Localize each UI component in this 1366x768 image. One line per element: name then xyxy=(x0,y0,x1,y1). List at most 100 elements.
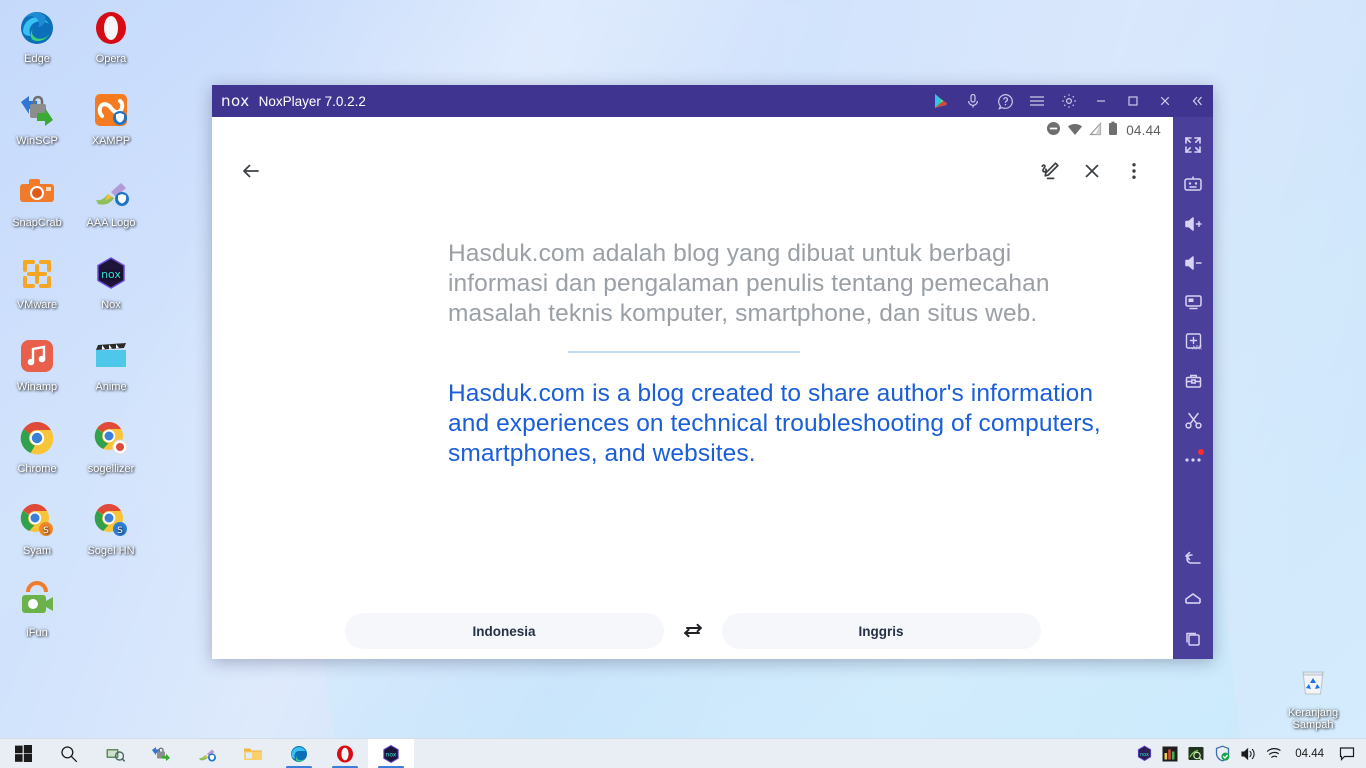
clear-text-button[interactable] xyxy=(1071,150,1113,192)
more-options-button[interactable] xyxy=(1173,440,1213,479)
search-button[interactable] xyxy=(46,739,92,768)
desktop-icon-snapcrab[interactable]: SnapCrab xyxy=(0,170,74,229)
shield-check-icon xyxy=(1215,745,1230,762)
anime-folder-icon xyxy=(89,334,133,378)
desktop-icon-recycle-bin[interactable]: Keranjang Sampah xyxy=(1276,660,1350,731)
tray-nox[interactable]: nox xyxy=(1131,739,1157,768)
screenshot-icon xyxy=(1184,295,1202,310)
tray-defender[interactable] xyxy=(1209,739,1235,768)
taskbar-aaa-logo[interactable] xyxy=(184,739,230,768)
taskbar-file-explorer[interactable] xyxy=(230,739,276,768)
desktop-icon-label: AAA Logo xyxy=(86,217,136,229)
opera-icon xyxy=(89,6,133,50)
menu-button[interactable] xyxy=(1021,85,1053,117)
ifun-recorder-icon xyxy=(15,580,59,624)
source-text[interactable]: Hasduk.com adalah blog yang dibuat untuk… xyxy=(448,239,1117,329)
start-button[interactable] xyxy=(0,739,46,768)
tray-monitor[interactable] xyxy=(1183,739,1209,768)
close-button[interactable] xyxy=(1149,85,1181,117)
swap-languages-button[interactable] xyxy=(664,613,722,649)
android-back-button[interactable] xyxy=(1173,541,1213,580)
system-tray: nox 04.44 xyxy=(1131,739,1366,768)
desktop-icon-opera[interactable]: Opera xyxy=(74,6,148,65)
desktop-icon-grid: Edge Opera WinSCP XAMPP SnapCrab AAA Log… xyxy=(0,0,180,660)
svg-text:nox: nox xyxy=(101,268,121,281)
volume-up-button[interactable] xyxy=(1173,204,1213,243)
desktop-icon-edge[interactable]: Edge xyxy=(0,6,74,65)
window-title: NoxPlayer 7.0.2.2 xyxy=(258,93,366,109)
taskbar-nox[interactable]: nox xyxy=(368,738,414,768)
maximize-button[interactable] xyxy=(1117,85,1149,117)
tray-volume[interactable] xyxy=(1235,739,1261,768)
desktop-icon-chrome[interactable]: Chrome xyxy=(0,416,74,475)
back-arrow-icon xyxy=(1185,552,1201,565)
desktop-icon-vmware[interactable]: VMware xyxy=(0,252,74,311)
chrome-shortcut-icon: S xyxy=(89,498,133,542)
maximize-icon xyxy=(1128,96,1138,106)
desktop-icon-winamp[interactable]: Winamp xyxy=(0,334,74,393)
keyboard-mapping-button[interactable] xyxy=(1173,164,1213,203)
desktop-icon-anime[interactable]: Anime xyxy=(74,334,148,393)
screenshot-button[interactable] xyxy=(1173,283,1213,322)
xampp-icon xyxy=(89,88,133,132)
handwriting-button[interactable] xyxy=(1029,150,1071,192)
desktop-icon-winscp[interactable]: WinSCP xyxy=(0,88,74,147)
noxplayer-titlebar[interactable]: nox NoxPlayer 7.0.2.2 xyxy=(212,85,1213,117)
source-language-button[interactable]: Indonesia xyxy=(344,613,664,649)
desktop-icon-sogellizer[interactable]: sogellizer xyxy=(74,416,148,475)
windows-taskbar: nox nox 04.44 xyxy=(0,738,1366,768)
translated-text[interactable]: Hasduk.com is a blog created to share au… xyxy=(448,379,1117,469)
android-recents-button[interactable] xyxy=(1173,620,1213,659)
microphone-button[interactable] xyxy=(957,85,989,117)
desktop-icon-aaa-logo[interactable]: AAA Logo xyxy=(74,170,148,229)
taskbar-winscp[interactable] xyxy=(138,739,184,768)
tray-chart[interactable] xyxy=(1157,739,1183,768)
desktop-icon-nox[interactable]: nox Nox xyxy=(74,252,148,311)
winscp-icon xyxy=(15,88,59,132)
play-store-button[interactable] xyxy=(925,85,957,117)
cut-button[interactable] xyxy=(1173,401,1213,440)
edge-icon xyxy=(15,6,59,50)
back-button[interactable] xyxy=(230,150,272,192)
task-view-button[interactable] xyxy=(92,739,138,768)
desktop-icon-syam[interactable]: S Syam xyxy=(0,498,74,557)
windows-logo-icon xyxy=(14,745,32,762)
keyboard-robot-icon xyxy=(1184,176,1202,191)
overflow-menu-button[interactable] xyxy=(1113,150,1155,192)
taskbar-opera[interactable] xyxy=(322,739,368,768)
minimize-button[interactable] xyxy=(1085,85,1117,117)
svg-text:APK: APK xyxy=(1192,346,1202,352)
collapse-sidebar-button[interactable] xyxy=(1181,85,1213,117)
toolbox-button[interactable] xyxy=(1173,361,1213,400)
android-home-button[interactable] xyxy=(1173,580,1213,619)
noxplayer-sidebar: APK xyxy=(1173,117,1213,659)
settings-button[interactable] xyxy=(1053,85,1085,117)
install-apk-button[interactable]: APK xyxy=(1173,322,1213,361)
taskbar-edge[interactable] xyxy=(276,739,322,768)
notification-center-button[interactable] xyxy=(1332,739,1362,768)
target-language-button[interactable]: Inggris xyxy=(721,613,1041,649)
toolbox-icon xyxy=(1185,374,1201,388)
desktop-icon-xampp[interactable]: XAMPP xyxy=(74,88,148,147)
desktop-icon-ifun[interactable]: iFun xyxy=(0,580,74,639)
aaa-logo-icon xyxy=(89,170,133,214)
desktop-icon-label: Sogel HN xyxy=(87,545,135,557)
taskbar-clock[interactable]: 04.44 xyxy=(1287,748,1332,760)
divider-wrapper xyxy=(212,351,1173,353)
desktop-icon-sogel-hn[interactable]: S Sogel HN xyxy=(74,498,148,557)
handwriting-icon xyxy=(1041,162,1059,180)
tray-network[interactable] xyxy=(1261,739,1287,768)
volume-down-button[interactable] xyxy=(1173,243,1213,282)
task-view-icon xyxy=(106,748,125,762)
signal-icon xyxy=(1089,121,1102,139)
fullscreen-button[interactable] xyxy=(1173,125,1213,164)
language-selector-bar: Indonesia Inggris xyxy=(212,603,1173,659)
desktop-icon-label: Chrome xyxy=(17,463,57,475)
nox-icon: nox xyxy=(89,252,133,296)
fullscreen-icon xyxy=(1185,136,1201,153)
chrome-icon xyxy=(15,416,59,460)
swap-horizontal-icon xyxy=(683,623,702,638)
help-button[interactable] xyxy=(989,85,1021,117)
speaker-icon xyxy=(1241,747,1255,760)
opera-icon xyxy=(337,745,353,762)
